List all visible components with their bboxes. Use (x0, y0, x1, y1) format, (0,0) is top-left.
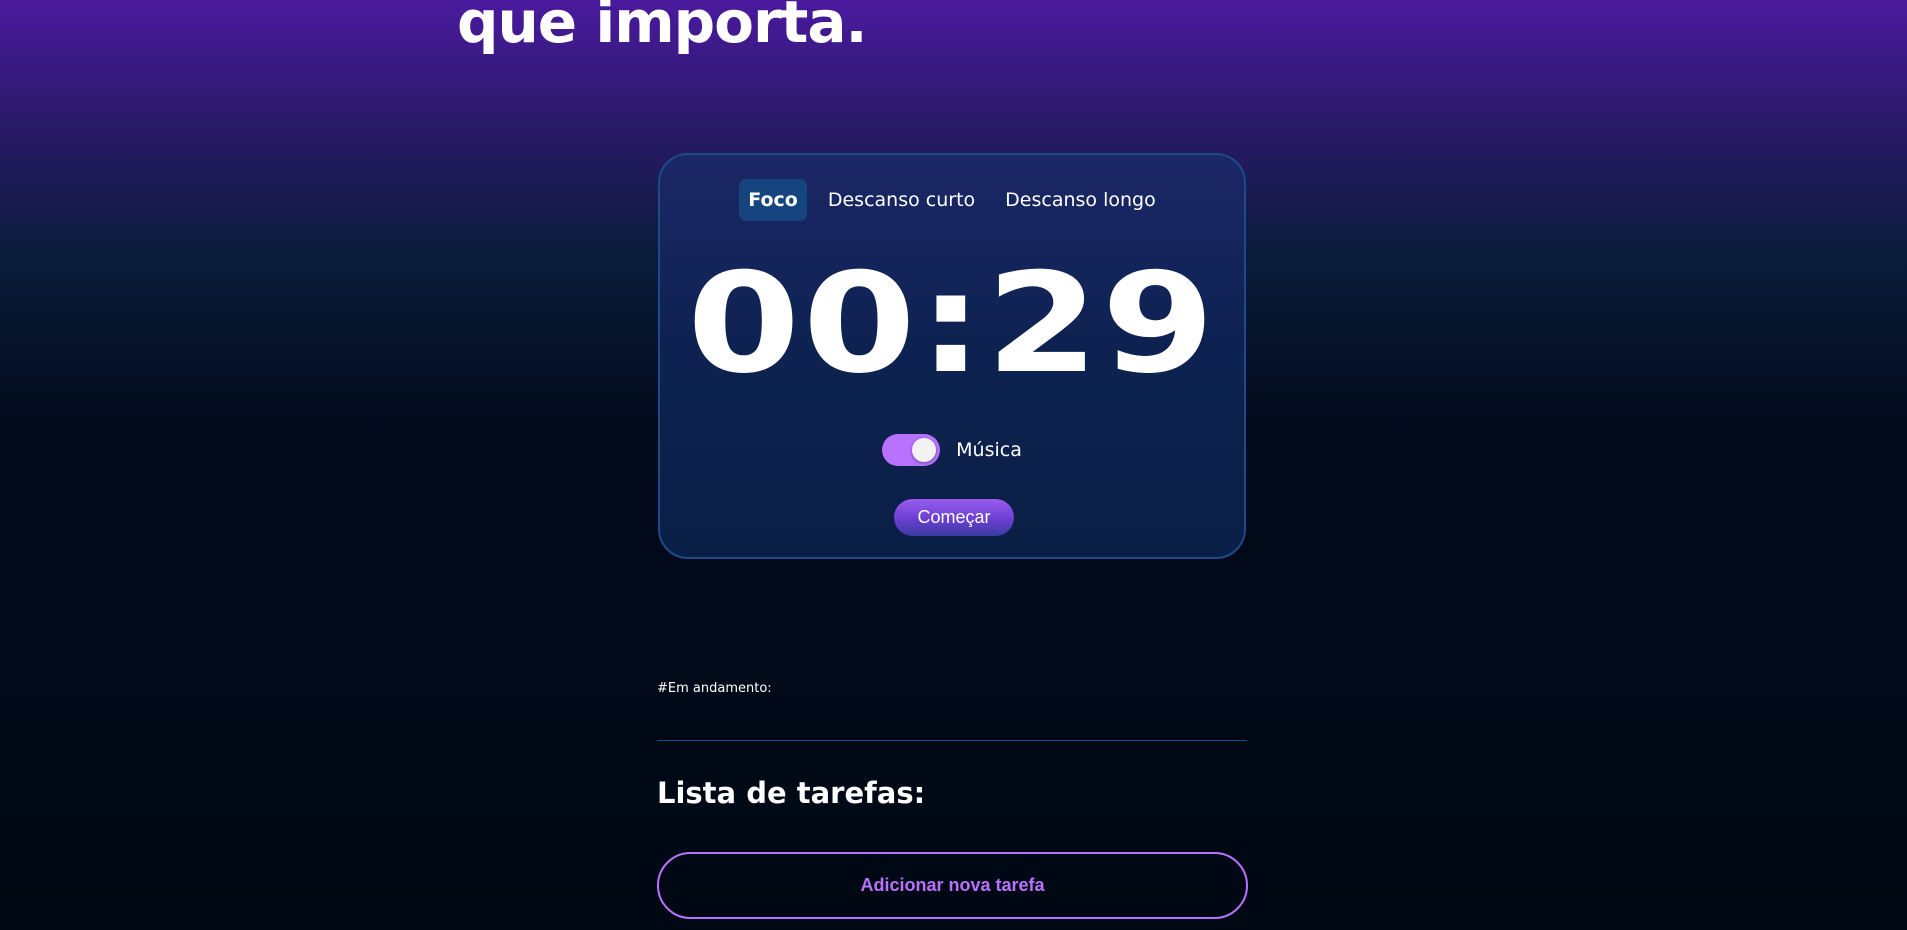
music-row: Música (660, 434, 1244, 466)
task-list-title: Lista de tarefas: (657, 776, 926, 810)
add-task-button[interactable]: Adicionar nova tarefa (657, 852, 1248, 919)
tab-descanso-longo[interactable]: Descanso longo (996, 179, 1165, 221)
start-button[interactable]: Começar (894, 499, 1014, 536)
tab-foco[interactable]: Foco (739, 179, 807, 221)
toggle-knob (912, 438, 937, 462)
music-toggle[interactable] (882, 434, 941, 466)
mode-tabs: Foco Descanso curto Descanso longo (660, 179, 1244, 221)
tab-descanso-curto[interactable]: Descanso curto (819, 179, 984, 221)
in-progress-label: #Em andamento: (657, 681, 772, 696)
divider (657, 740, 1247, 741)
music-label: Música (956, 439, 1022, 461)
timer-display: 00:29 (686, 243, 1218, 404)
hero-title: que importa. (457, 0, 868, 56)
timer-card: Foco Descanso curto Descanso longo 00:29… (658, 153, 1246, 559)
